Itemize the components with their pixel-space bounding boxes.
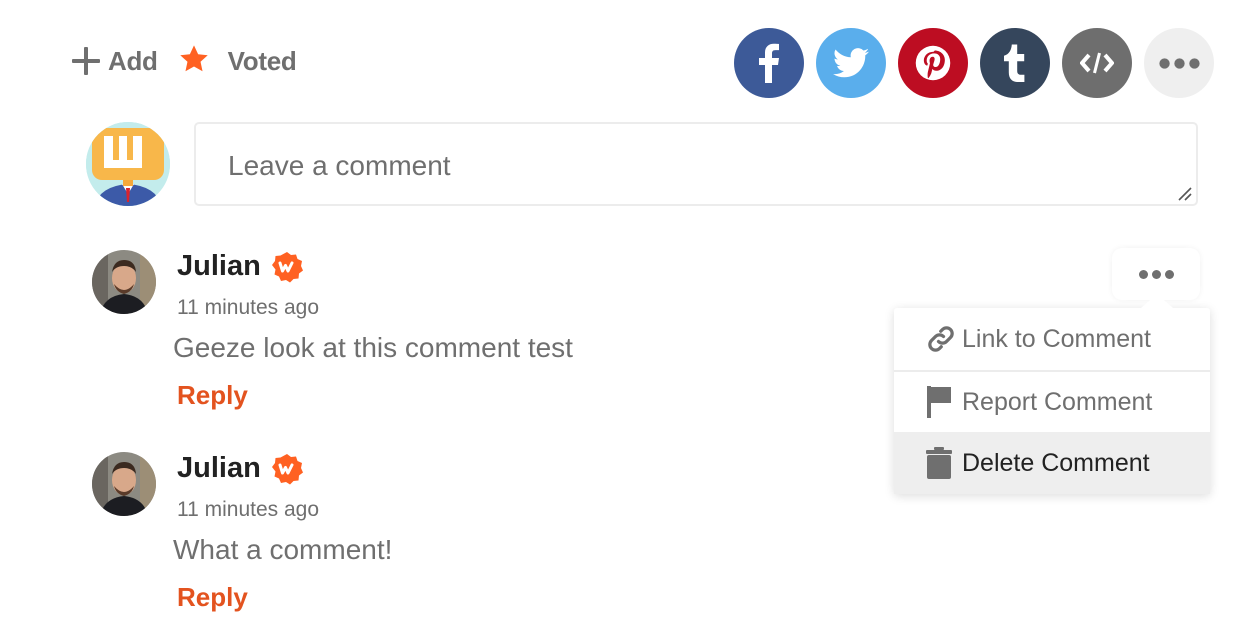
story-actions: Add Voted xyxy=(72,42,297,80)
comment-timestamp: 11 minutes ago xyxy=(177,296,320,319)
menu-item-label: Report Comment xyxy=(962,387,1153,416)
add-label: Add xyxy=(108,45,158,76)
reply-button[interactable]: Reply xyxy=(177,380,248,411)
comment-input[interactable]: Leave a comment xyxy=(194,122,1198,206)
star-icon xyxy=(179,45,208,72)
pinterest-icon xyxy=(915,45,951,81)
share-more-button[interactable] xyxy=(1144,28,1214,98)
add-button[interactable]: Add xyxy=(72,46,158,77)
plus-icon xyxy=(72,47,100,75)
flag-icon xyxy=(926,386,956,418)
comment-author[interactable]: Julian xyxy=(177,250,303,283)
facebook-icon xyxy=(759,43,779,83)
vote-button[interactable]: Voted xyxy=(178,45,297,77)
share-pinterest-button[interactable] xyxy=(898,28,968,98)
twitter-icon xyxy=(833,48,869,78)
voted-label: Voted xyxy=(227,45,297,76)
menu-item-label: Delete Comment xyxy=(962,448,1150,477)
resize-handle-icon[interactable] xyxy=(1178,187,1192,201)
more-dots-icon xyxy=(1137,269,1176,279)
menu-item-report-comment[interactable]: Report Comment xyxy=(894,370,1210,432)
author-name: Julian xyxy=(177,250,261,282)
more-dots-icon xyxy=(1157,57,1202,69)
menu-item-link-to-comment[interactable]: Link to Comment xyxy=(894,308,1210,370)
verified-badge-icon xyxy=(271,251,303,282)
author-name: Julian xyxy=(177,452,261,484)
menu-item-delete-comment[interactable]: Delete Comment xyxy=(894,432,1210,494)
commenter-avatar[interactable] xyxy=(92,452,156,516)
share-facebook-button[interactable] xyxy=(734,28,804,98)
share-tumblr-button[interactable] xyxy=(980,28,1050,98)
share-embed-button[interactable] xyxy=(1062,28,1132,98)
comment-input-placeholder: Leave a comment xyxy=(228,150,451,181)
reply-button[interactable]: Reply xyxy=(177,582,248,613)
tumblr-icon xyxy=(1004,44,1025,82)
share-twitter-button[interactable] xyxy=(816,28,886,98)
commenter-avatar[interactable] xyxy=(92,250,156,314)
current-user-avatar xyxy=(86,122,170,206)
comment-author[interactable]: Julian xyxy=(177,452,303,485)
comment-options-menu: Link to Comment Report Comment Delete Co… xyxy=(894,294,1210,494)
comment-text: What a comment! xyxy=(173,534,393,565)
code-icon xyxy=(1080,52,1114,74)
comment-text: Geeze look at this comment test xyxy=(173,332,573,363)
menu-item-label: Link to Comment xyxy=(962,324,1151,353)
share-buttons xyxy=(734,28,1214,98)
trash-icon xyxy=(926,447,956,479)
comment-timestamp: 11 minutes ago xyxy=(177,498,320,521)
comment-options-button[interactable] xyxy=(1112,248,1200,300)
verified-badge-icon xyxy=(271,453,303,484)
link-icon xyxy=(926,323,956,355)
